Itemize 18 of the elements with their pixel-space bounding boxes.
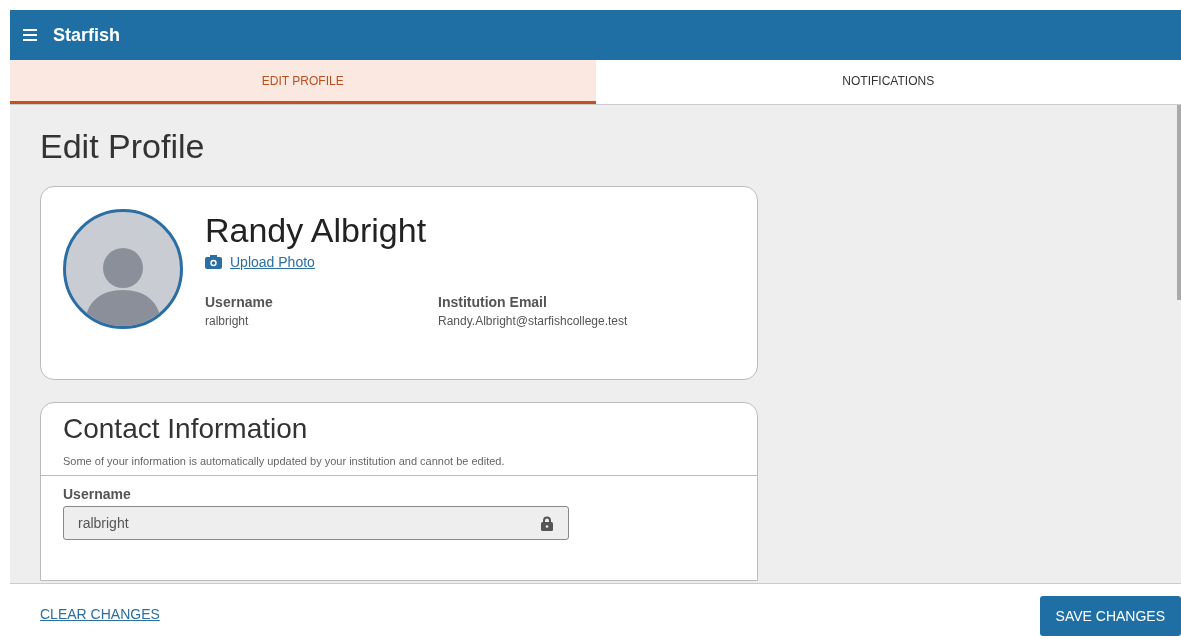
lock-icon <box>541 516 553 531</box>
menu-icon[interactable] <box>23 29 37 41</box>
detail-label: Username <box>205 294 274 310</box>
app-title: Starfish <box>53 24 121 46</box>
section-title: Contact Information <box>63 413 309 445</box>
camera-icon <box>205 255 222 269</box>
detail-value: ralbright <box>205 314 250 328</box>
field-label: Username <box>63 486 132 502</box>
section-note: Some of your information is automatically updated by your institution and cannot be edited. <box>63 455 506 467</box>
page-title: Edit Profile <box>40 127 206 166</box>
clear-changes-link[interactable]: CLEAR CHANGES <box>40 606 160 622</box>
tab[interactable]: EDIT PROFILE <box>10 60 596 104</box>
scrollbar[interactable] <box>1177 105 1181 300</box>
upload-photo-link[interactable]: Upload Photo <box>230 254 315 270</box>
detail-value: Randy.Albright@starfishcollege.test <box>438 314 628 328</box>
profile-name: Randy Albright <box>205 211 428 250</box>
save-changes-button[interactable]: SAVE CHANGES <box>1039 596 1181 636</box>
detail-label: Institution Email <box>438 294 548 310</box>
